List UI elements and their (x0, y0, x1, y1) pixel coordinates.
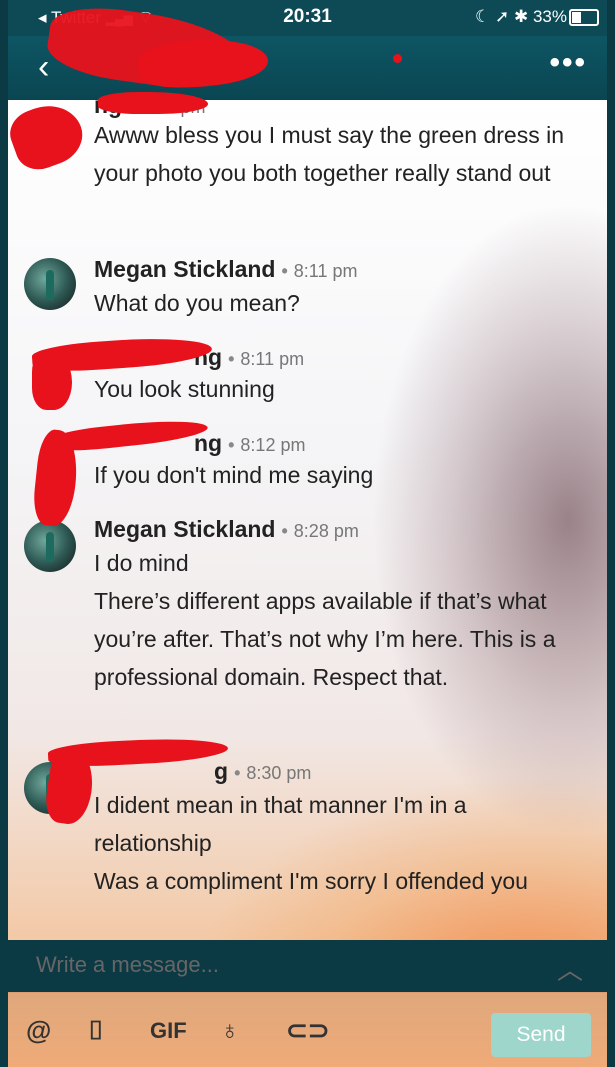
sender-name[interactable]: ng (194, 430, 222, 456)
mention-icon[interactable]: @ (26, 1015, 51, 1046)
attachment-icon[interactable]: ⊂⊃ (286, 1015, 330, 1046)
message-time: 8:12 pm (240, 435, 306, 455)
message-text: I dident mean in that manner I'm in a re… (94, 792, 528, 894)
redaction-mark (8, 95, 91, 177)
message-time: 8:30 pm (246, 763, 312, 783)
location-icon: ➚ (495, 7, 510, 26)
messaging-screen: ◂ Twitter ▂▄▆ ⌔ 20:31 ☾ ➚ ✱ 33% ‹ ••• ng… (8, 0, 607, 1067)
message-time: 8:11 pm (240, 349, 305, 369)
microphone-icon[interactable]: ♁ (220, 1015, 240, 1046)
red-dot (393, 54, 402, 63)
sender-name[interactable]: Megan Stickland (94, 256, 275, 282)
message-text: What do you mean? (94, 290, 300, 316)
message-text: Awww bless you I must say the green dres… (94, 122, 565, 186)
composer-toolbar: @ ⌷ GIF ♁ ⊂⊃ Send (8, 992, 607, 1067)
camera-icon[interactable]: ⌷ (88, 1015, 104, 1047)
more-dots-icon[interactable]: ••• (549, 46, 587, 80)
bluetooth-icon: ✱ (513, 7, 529, 26)
avatar[interactable] (24, 520, 76, 572)
message-time: 8:28 pm (293, 521, 359, 541)
battery-percent: 33% (532, 7, 567, 26)
message-time: 8:11 pm (293, 261, 358, 281)
message-header: Megan Stickland • 8:11 pm (94, 256, 358, 282)
message-header: Megan Stickland • 8:28 pm (94, 516, 359, 542)
message-composer[interactable]: Write a message... ︿ (8, 940, 607, 992)
gif-button[interactable]: GIF (150, 1018, 187, 1044)
message-list[interactable]: ng•8:10 pm Awww bless you I must say the… (8, 92, 607, 940)
chevron-left-icon[interactable]: ‹ (38, 48, 49, 87)
moon-icon: ☾ (475, 7, 491, 26)
redaction-mark (98, 92, 208, 114)
sender-name[interactable]: g (214, 758, 228, 784)
status-right: ☾ ➚ ✱ 33% (475, 7, 567, 27)
message-text: You look stunning (94, 376, 275, 402)
avatar[interactable] (24, 258, 76, 310)
message-text: I do mind There’s different apps availab… (94, 550, 556, 690)
message-text: If you don't mind me saying (94, 462, 374, 488)
chevron-up-icon[interactable]: ︿ (557, 950, 583, 987)
send-button[interactable]: Send (491, 1013, 591, 1057)
message-input[interactable]: Write a message... (36, 952, 219, 978)
battery-icon (569, 9, 599, 26)
sender-name[interactable]: Megan Stickland (94, 516, 275, 542)
